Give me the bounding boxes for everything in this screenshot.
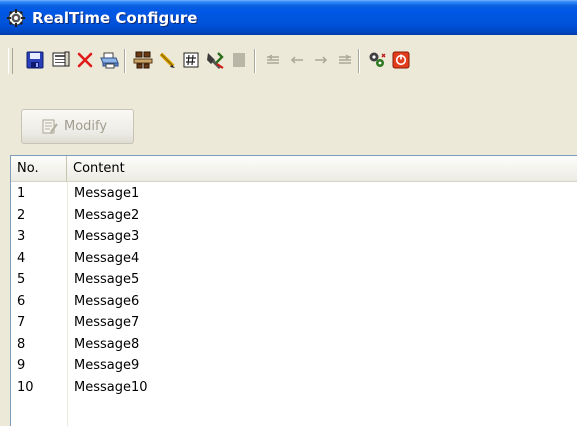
modify-icon (42, 119, 58, 134)
tools-button[interactable] (204, 49, 226, 71)
stop-button[interactable] (228, 49, 250, 71)
message-list[interactable]: No. Content 1 Message1 2 Message2 3 Mess… (10, 155, 577, 426)
toolbar-grip[interactable] (8, 48, 13, 74)
arrow-right-button[interactable] (310, 49, 332, 71)
row-content: Message5 (74, 272, 140, 287)
column-header-no[interactable]: No. (11, 156, 67, 181)
window-title: RealTime Configure (32, 9, 198, 27)
title-bar[interactable]: RealTime Configure (0, 0, 577, 35)
row-number: 3 (17, 229, 26, 244)
toolbar-separator (254, 49, 256, 73)
list-row[interactable]: 4 Message4 (11, 248, 577, 270)
row-number: 7 (17, 315, 26, 330)
power-button[interactable] (390, 49, 412, 71)
arrow-left-icon (290, 56, 303, 64)
row-content: Message8 (74, 336, 140, 352)
tools-icon (207, 52, 224, 69)
list-row[interactable]: 1 Message1 (11, 183, 577, 205)
list-row[interactable]: 3 Message3 (11, 226, 577, 248)
align-left-icon (267, 54, 279, 64)
row-content: Message2 (74, 207, 140, 223)
delete-button[interactable] (74, 49, 96, 71)
red-x-icon (77, 52, 93, 68)
arrow-left-button[interactable] (286, 49, 308, 71)
row-content: Message3 (74, 229, 140, 244)
preview-button[interactable] (50, 49, 72, 71)
align-right-button[interactable] (334, 49, 356, 71)
arrow-right-icon (315, 56, 328, 64)
list-row[interactable]: 5 Message5 (11, 269, 577, 291)
row-content: Message9 (74, 358, 140, 373)
list-row[interactable]: 10 Message10 (11, 377, 577, 399)
row-number: 5 (17, 272, 26, 287)
modify-button-label: Modify (64, 119, 108, 134)
row-content: Message1 (74, 186, 140, 201)
pencil-icon (159, 52, 175, 68)
align-left-button[interactable] (262, 49, 284, 71)
floppy-disk-icon (26, 51, 44, 69)
row-content: Message7 (74, 315, 140, 330)
column-header-content[interactable]: Content (67, 156, 577, 181)
row-number: 1 (17, 186, 26, 201)
print-button[interactable] (98, 49, 120, 71)
gears-icon (369, 52, 386, 67)
connect-button[interactable] (132, 49, 154, 71)
row-number: 2 (17, 207, 26, 223)
hash-icon (183, 52, 199, 68)
printer-icon (100, 52, 119, 69)
list-rows: 1 Message1 2 Message2 3 Message3 4 Messa… (11, 183, 577, 398)
toolbar (0, 35, 577, 89)
list-row[interactable]: 7 Message7 (11, 312, 577, 334)
row-content: Message4 (74, 250, 140, 266)
network-icon (133, 51, 153, 69)
row-number: 10 (17, 379, 34, 395)
row-content: Message10 (74, 379, 148, 395)
preview-icon (52, 51, 70, 67)
toolbar-row (0, 47, 577, 75)
align-right-icon (339, 54, 351, 64)
toolbar-separator (358, 49, 360, 73)
row-content: Message6 (74, 293, 140, 309)
settings-button[interactable] (366, 49, 388, 71)
row-number: 4 (17, 250, 26, 266)
list-row[interactable]: 8 Message8 (11, 334, 577, 356)
row-number: 9 (17, 358, 26, 373)
row-number: 6 (17, 293, 26, 309)
toolbar-separator (124, 49, 126, 73)
edit-button[interactable] (156, 49, 178, 71)
list-row[interactable]: 9 Message9 (11, 355, 577, 377)
number-button[interactable] (180, 49, 202, 71)
modify-button[interactable]: Modify (21, 109, 134, 144)
gray-square-icon (233, 53, 245, 67)
row-number: 8 (17, 336, 26, 352)
gear-icon[interactable] (6, 8, 26, 28)
list-header: No. Content (11, 156, 577, 182)
save-button[interactable] (24, 49, 46, 71)
list-row[interactable]: 2 Message2 (11, 205, 577, 227)
power-icon (392, 51, 410, 69)
list-row[interactable]: 6 Message6 (11, 291, 577, 313)
